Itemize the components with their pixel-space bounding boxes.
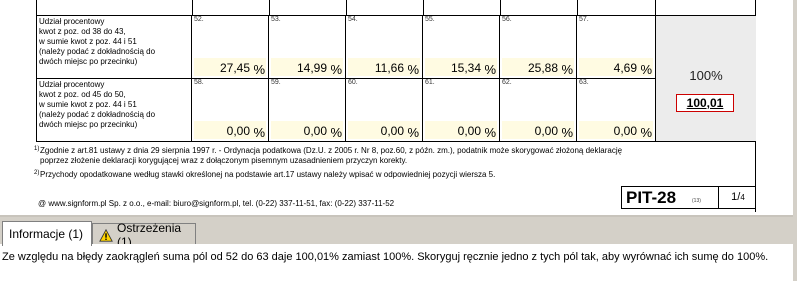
footnote-2: 2) Przychody opodatkowane według stawki … <box>34 170 496 179</box>
field-58: 58. 0,00 % <box>192 79 269 141</box>
field-number: 59. <box>271 79 281 86</box>
percent-sign: % <box>330 125 342 140</box>
field-number: 54. <box>348 16 358 23</box>
info-message: Ze względu na błędy zaokrągleń suma pól … <box>2 251 769 263</box>
percent-sign: % <box>561 62 573 77</box>
field-59: 59. 0,00 % <box>269 79 346 141</box>
window-frame-edge <box>793 0 797 281</box>
percent-sign: % <box>253 125 265 140</box>
field-62: 62. 0,00 % <box>500 79 577 141</box>
field-63: 63. 0,00 % <box>577 79 656 141</box>
field-54: 54. 11,66 % <box>346 16 423 78</box>
percent-sign: % <box>253 62 265 77</box>
field-number: 53. <box>271 16 281 23</box>
row-label: Udział procentowy kwot z poz. od 45 do 5… <box>36 79 192 141</box>
total-value-error[interactable]: 100,01 <box>676 94 734 112</box>
percent-sign: % <box>561 125 573 140</box>
page-indicator: 1/4 <box>731 191 745 203</box>
percent-sign: % <box>640 62 652 77</box>
tab-ostrzezenia[interactable]: Ostrzeżenia (1) <box>92 221 196 249</box>
form-area: Udział procentowy kwot z poz. od 38 do 4… <box>0 0 797 215</box>
footnotes: 1) Zgodnie z art.81 ustawy z dnia 29 sie… <box>34 146 756 180</box>
field-number: 52. <box>194 16 204 23</box>
form-badge: PIT-28 (13) 1/4 <box>621 186 756 209</box>
percent-sign: % <box>484 62 496 77</box>
signform-credit: @ www.signform.pl Sp. z o.o., e-mail: bi… <box>38 199 395 208</box>
messages-tab-bar: Informacje (1) Ostrzeżenia (1) <box>0 215 797 249</box>
percent-sign: % <box>330 62 342 77</box>
field-56: 56. 25,88 % <box>500 16 577 78</box>
message-panel: Ze względu na błędy zaokrągleń suma pól … <box>0 244 797 281</box>
percentage-table: Udział procentowy kwot z poz. od 38 do 4… <box>36 16 756 142</box>
percent-sign: % <box>484 125 496 140</box>
table-row: Udział procentowy kwot z poz. od 45 do 5… <box>36 79 656 142</box>
table-stub-row <box>36 0 756 16</box>
total-cell: 100% 100,01 <box>656 16 756 142</box>
field-number: 62. <box>502 79 512 86</box>
row-label: Udział procentowy kwot z poz. od 38 do 4… <box>36 16 192 78</box>
field-number: 58. <box>194 79 204 86</box>
warning-icon <box>99 228 113 242</box>
percent-sign: % <box>407 62 419 77</box>
field-number: 60. <box>348 79 358 86</box>
field-53: 53. 14,99 % <box>269 16 346 78</box>
field-number: 57. <box>579 16 589 23</box>
total-label: 100% <box>689 68 723 83</box>
field-61: 61. 0,00 % <box>423 79 500 141</box>
footnote-1: 1) Zgodnie z art.81 ustawy z dnia 29 sie… <box>34 146 623 165</box>
form-sheet: Udział procentowy kwot z poz. od 38 do 4… <box>34 0 756 212</box>
form-title: PIT-28 <box>626 188 677 207</box>
tab-label: Informacje (1) <box>9 227 84 241</box>
field-number: 56. <box>502 16 512 23</box>
tab-informacje[interactable]: Informacje (1) <box>2 221 92 246</box>
form-version: (13) <box>692 198 701 204</box>
field-55: 55. 15,34 % <box>423 16 500 78</box>
percent-sign: % <box>640 125 652 140</box>
percent-sign: % <box>407 125 419 140</box>
field-number: 63. <box>579 79 589 86</box>
form-footer: @ www.signform.pl Sp. z o.o., e-mail: bi… <box>36 186 756 212</box>
field-number: 61. <box>425 79 435 86</box>
field-number: 55. <box>425 16 435 23</box>
table-row: Udział procentowy kwot z poz. od 38 do 4… <box>36 16 656 79</box>
field-57: 57. 4,69 % <box>577 16 656 78</box>
field-52: 52. 27,45 % <box>192 16 269 78</box>
field-60: 60. 0,00 % <box>346 79 423 141</box>
